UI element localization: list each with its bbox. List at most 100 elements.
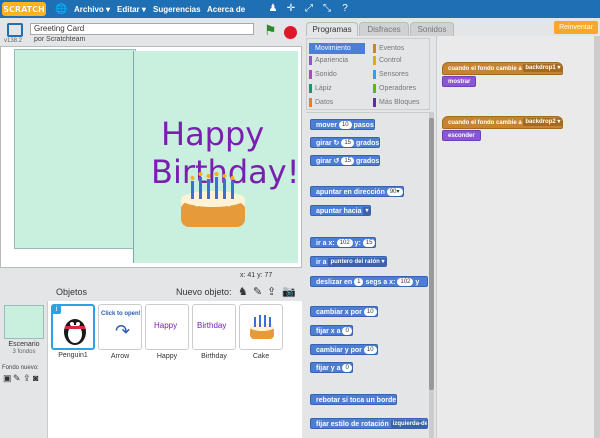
block-rotation-style[interactable]: fijar estilo de rotación izquierda-derec… — [310, 418, 428, 429]
menu-edit[interactable]: Editar ▾ — [117, 5, 146, 14]
block-text: girar ↻ — [316, 140, 340, 147]
hat-dropdown[interactable]: backdrop1 ▾ — [523, 64, 563, 73]
move-icon[interactable]: ✛ — [285, 3, 297, 15]
block-goto[interactable]: ir a puntero del ratón ▾ — [310, 256, 388, 267]
category-data[interactable]: Datos — [309, 97, 333, 108]
menu-file[interactable]: Archivo ▾ — [74, 5, 110, 14]
grow-icon[interactable]: ⤢ — [303, 3, 315, 15]
block-input[interactable]: 102 — [397, 278, 414, 286]
block-input[interactable]: 0 — [342, 364, 352, 373]
block-input[interactable]: 15 — [341, 139, 355, 148]
sprite-tile-happy[interactable]: Happy Happy — [145, 304, 189, 360]
block-turn-right[interactable]: girar ↻ 15 grados — [310, 137, 381, 148]
sprite-name: Cake — [252, 353, 270, 360]
stage[interactable]: Happy Birthday! — [0, 46, 302, 268]
block-glide[interactable]: deslizar en 1 segs a x: 102 y — [310, 276, 428, 287]
category-motion[interactable]: Movimiento — [309, 43, 365, 54]
paint-brush-icon[interactable]: ✎ — [253, 285, 262, 298]
block-dropdown[interactable]: ▾ — [363, 207, 371, 216]
category-control[interactable]: Control — [373, 55, 402, 66]
block-dropdown[interactable]: puntero del ratón ▾ — [328, 258, 387, 267]
script-hat-backdrop2[interactable]: cuando el fondo cambie a backdrop2 ▾ — [442, 116, 564, 129]
scripts-scrollbar[interactable] — [594, 36, 600, 438]
block-text: cambiar y por — [316, 347, 362, 354]
block-bounce[interactable]: rebotar si toca un borde — [310, 394, 398, 405]
help-icon[interactable]: ? — [339, 3, 351, 15]
category-pen[interactable]: Lápiz — [309, 83, 332, 94]
project-title-input[interactable]: Greeting Card — [30, 23, 254, 35]
script-block-hide[interactable]: esconder — [442, 130, 481, 141]
category-more-blocks[interactable]: Más Bloques — [373, 97, 419, 108]
block-input[interactable]: 10 — [363, 346, 377, 355]
backdrop-library-icon[interactable]: ▣ — [3, 373, 12, 384]
block-move[interactable]: mover 10 pasos — [310, 119, 375, 130]
happy-sprite-text[interactable]: Happy — [161, 117, 264, 151]
sprite-tile-penguin[interactable]: i Penguin1 — [51, 304, 95, 359]
penguin-icon — [64, 319, 86, 345]
block-input[interactable]: 15 — [362, 239, 376, 248]
palette-scroll-thumb[interactable] — [429, 118, 434, 390]
block-input[interactable]: 10 — [338, 121, 352, 130]
upload-icon[interactable]: ⇪ — [267, 285, 276, 298]
sprite-tile-cake[interactable]: Cake — [239, 304, 283, 360]
backdrop-camera-icon[interactable]: ◙ — [33, 373, 38, 383]
script-block-show[interactable]: mostrar — [442, 76, 477, 87]
block-goto-xy[interactable]: ir a x: 102 y: 15 — [310, 237, 377, 248]
category-sound[interactable]: Sonido — [309, 69, 337, 80]
block-dropdown[interactable]: izquierda-derecha ▾ — [390, 420, 427, 428]
block-input[interactable]: 1 — [354, 278, 364, 286]
cake-icon — [250, 315, 274, 339]
sprite-library-icon[interactable]: ♞ — [238, 285, 248, 298]
tab-sounds[interactable]: Sonidos — [410, 22, 454, 36]
block-point-towards[interactable]: apuntar hacia ▾ — [310, 205, 372, 216]
cake-sprite[interactable] — [177, 159, 249, 231]
sprite-name: Birthday — [201, 353, 227, 360]
category-color-bar — [373, 56, 376, 65]
block-set-y[interactable]: fijar y a 0 — [310, 362, 353, 373]
category-operators[interactable]: Operadores — [373, 83, 416, 94]
category-events[interactable]: Eventos — [373, 43, 404, 54]
tab-costumes[interactable]: Disfraces — [359, 22, 409, 36]
fullscreen-icon[interactable] — [7, 23, 23, 37]
block-change-x[interactable]: cambiar x por 10 — [310, 306, 378, 317]
info-icon[interactable]: i — [52, 305, 61, 314]
backdrop-column: Escenario 3 fondos Fondo nuevo: ▣ ✎ ⇪ ◙ — [0, 301, 48, 438]
block-text: apuntar hacia — [316, 208, 362, 215]
block-text: segs a x: — [365, 279, 396, 286]
hat-dropdown[interactable]: backdrop2 ▾ — [523, 118, 563, 127]
scratch-logo[interactable]: SCRATCH — [2, 2, 46, 16]
menu-about[interactable]: Acerca de — [207, 5, 245, 14]
block-text: pasos — [353, 122, 374, 129]
backdrop-upload-icon[interactable]: ⇪ — [23, 373, 31, 384]
shrink-icon[interactable]: ⤡ — [321, 3, 333, 15]
remix-button[interactable]: Reinventar — [554, 21, 598, 34]
camera-icon[interactable]: 📷 — [282, 285, 296, 298]
block-input[interactable]: 90▾ — [386, 188, 403, 197]
stop-button[interactable] — [284, 26, 297, 39]
category-sensing[interactable]: Sensores — [373, 69, 409, 80]
duplicate-person-icon[interactable]: ♟ — [267, 3, 279, 15]
block-set-x[interactable]: fijar x a 0 — [310, 325, 353, 336]
block-point-direction[interactable]: apuntar en dirección 90▾ — [310, 186, 404, 197]
block-text: y — [415, 279, 420, 286]
category-looks[interactable]: Apariencia — [309, 55, 348, 66]
block-input[interactable]: 102 — [336, 239, 353, 248]
block-categories: Movimiento Apariencia Sonido Lápiz Datos… — [306, 38, 430, 110]
tab-scripts[interactable]: Programas — [306, 22, 358, 36]
block-change-y[interactable]: cambiar y por 10 — [310, 344, 378, 355]
block-turn-left[interactable]: girar ↺ 15 grados — [310, 155, 381, 166]
mouse-coordinates: x: 41 y: 77 — [240, 272, 273, 279]
block-input[interactable]: 10 — [363, 308, 377, 317]
green-flag-icon[interactable]: ⚑ — [264, 22, 277, 39]
block-input[interactable]: 15 — [341, 157, 355, 166]
block-input[interactable]: 0 — [342, 327, 352, 336]
sprite-tile-birthday[interactable]: Birthday Birthday — [192, 304, 236, 360]
sprite-tile-arrow[interactable]: Click to open! ↷ Arrow — [98, 304, 142, 360]
category-label: Eventos — [379, 45, 405, 52]
scripts-area[interactable] — [436, 36, 600, 438]
menu-tips[interactable]: Sugerencias — [153, 5, 201, 14]
globe-icon[interactable]: 🌐 — [55, 4, 67, 15]
backdrop-paint-icon[interactable]: ✎ — [13, 373, 21, 384]
script-hat-backdrop1[interactable]: cuando el fondo cambie a backdrop1 ▾ — [442, 62, 564, 75]
backdrop-thumbnail[interactable] — [4, 305, 44, 339]
